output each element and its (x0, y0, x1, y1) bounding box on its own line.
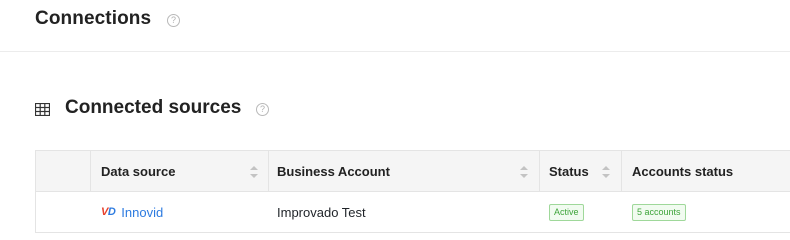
accounts-status-cell: 5 accounts (632, 192, 686, 232)
status-badge: Active (549, 203, 584, 221)
section-help-icon[interactable]: ? (256, 103, 269, 116)
sort-icon[interactable] (520, 166, 528, 178)
column-divider (90, 151, 91, 191)
connected-sources-table: Data source Business Account Status Acco… (35, 150, 790, 233)
table-grid-icon (35, 103, 50, 116)
column-divider (268, 151, 269, 191)
sort-icon[interactable] (250, 166, 258, 178)
column-header-status[interactable]: Status (549, 151, 589, 191)
section-title: Connected sources (65, 97, 242, 118)
column-header-business-account[interactable]: Business Account (277, 151, 390, 191)
column-divider (539, 151, 540, 191)
sort-icon[interactable] (602, 166, 610, 178)
page-header: Connections ? (0, 0, 790, 52)
innovid-logo-icon: VD (101, 206, 116, 218)
table-header-row: Data source Business Account Status Acco… (36, 151, 790, 192)
column-header-accounts-status[interactable]: Accounts status (632, 151, 733, 191)
data-source-cell[interactable]: VD Innovid (101, 192, 163, 232)
status-cell: Active (549, 192, 584, 232)
column-header-data-source[interactable]: Data source (101, 151, 175, 191)
page-title: Connections (35, 8, 152, 29)
column-divider (621, 151, 622, 191)
business-account-cell: Improvado Test (277, 204, 366, 220)
data-source-link[interactable]: Innovid (121, 205, 163, 220)
accounts-status-badge[interactable]: 5 accounts (632, 203, 686, 221)
help-icon[interactable]: ? (167, 14, 180, 27)
table-row[interactable]: VD Innovid Improvado Test Active 5 accou… (36, 192, 790, 232)
